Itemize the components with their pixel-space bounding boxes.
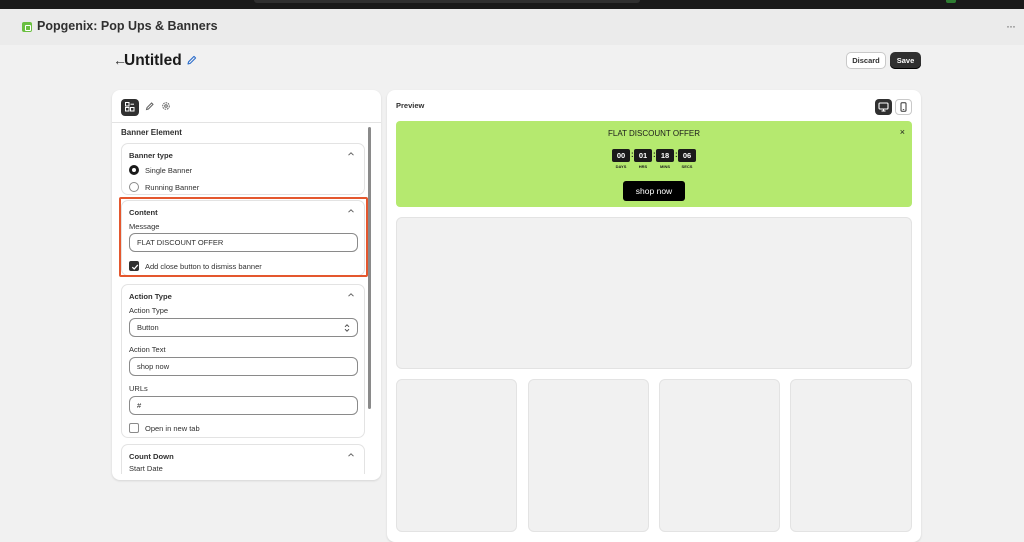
countdown-minutes: 18	[656, 149, 674, 162]
action-type-group: Action Type Action Type Button Action Te…	[121, 284, 365, 438]
shop-now-button[interactable]: shop now	[623, 181, 685, 201]
radio-label: Running Banner	[145, 183, 200, 192]
page-title: Untitled	[124, 52, 182, 69]
countdown-timer: 00 : 01 : 18 : 06 DAYS HRS MINS SECS	[612, 149, 696, 173]
app-title: Popgenix: Pop Ups & Banners	[37, 19, 218, 33]
countdown-unit-label: DAYS	[615, 164, 627, 169]
pencil-icon[interactable]	[145, 101, 155, 111]
single-banner-radio[interactable]	[129, 165, 139, 175]
save-button[interactable]: Save	[890, 52, 921, 69]
desktop-icon	[878, 102, 889, 112]
placeholder-hero	[396, 217, 912, 369]
group-title: Count Down	[129, 452, 174, 461]
more-options-icon[interactable]: ···	[1006, 19, 1016, 33]
banner-preview: FLAT DISCOUNT OFFER × 00 : 01 : 18 : 06 …	[396, 121, 912, 207]
action-text-field[interactable]: shop now	[129, 357, 358, 376]
pencil-icon[interactable]	[186, 54, 198, 66]
preview-panel: Preview FLAT DISCOUNT OFFER × 00 : 01 : …	[387, 90, 921, 542]
section-heading: Banner Element	[121, 128, 182, 137]
gear-icon[interactable]	[161, 101, 171, 111]
toolbar-divider	[112, 122, 381, 123]
running-banner-radio[interactable]	[129, 182, 139, 192]
countdown-seconds: 06	[678, 149, 696, 162]
group-title: Action Type	[129, 292, 172, 301]
layout-tool-button[interactable]	[121, 99, 139, 116]
panel-scrollbar[interactable]	[368, 127, 371, 409]
chevron-up-icon[interactable]	[347, 451, 355, 459]
browser-search-bar[interactable]	[254, 0, 640, 3]
select-arrows-icon	[344, 324, 350, 332]
mobile-icon	[900, 102, 907, 112]
app-logo-icon	[22, 22, 32, 32]
close-icon[interactable]: ×	[900, 127, 905, 137]
discard-button[interactable]: Discard	[846, 52, 886, 69]
action-type-select[interactable]: Button	[129, 318, 358, 337]
chevron-up-icon[interactable]	[347, 150, 355, 158]
placeholder-card	[659, 379, 780, 532]
chevron-up-icon[interactable]	[347, 291, 355, 299]
countdown-group: Count Down Start Date	[121, 444, 365, 474]
layout-icon	[125, 102, 135, 112]
countdown-hours: 01	[634, 149, 652, 162]
url-field[interactable]: #	[129, 396, 358, 415]
action-type-label: Action Type	[129, 306, 169, 315]
countdown-unit-label: MINS	[660, 164, 670, 169]
banner-message: FLAT DISCOUNT OFFER	[607, 129, 700, 138]
new-tab-label: Open in new tab	[145, 424, 200, 433]
action-text-label: Action Text	[129, 345, 166, 354]
placeholder-card	[396, 379, 517, 532]
banner-type-group: Banner type Single Banner Running Banner	[121, 143, 365, 195]
placeholder-card	[790, 379, 912, 532]
group-title: Banner type	[129, 151, 173, 160]
urls-label: URLs	[129, 384, 148, 393]
countdown-unit-label: HRS	[638, 164, 648, 169]
desktop-view-button[interactable]	[875, 99, 892, 115]
new-tab-checkbox[interactable]	[129, 423, 139, 433]
placeholder-card	[528, 379, 649, 532]
countdown-unit-label: SECS	[681, 164, 693, 169]
mobile-view-button[interactable]	[895, 99, 912, 115]
content-highlight-box	[119, 197, 368, 277]
action-type-value: Button	[137, 323, 159, 332]
countdown-days: 00	[612, 149, 630, 162]
app-header: Popgenix: Pop Ups & Banners ···	[0, 9, 1024, 45]
radio-label: Single Banner	[145, 166, 193, 175]
browser-top-strip	[0, 0, 1024, 9]
preview-label: Preview	[396, 101, 425, 110]
start-date-label: Start Date	[129, 464, 163, 473]
editor-panel: Banner Element Banner type Single Banner…	[112, 90, 381, 480]
browser-status-indicator	[946, 0, 956, 3]
